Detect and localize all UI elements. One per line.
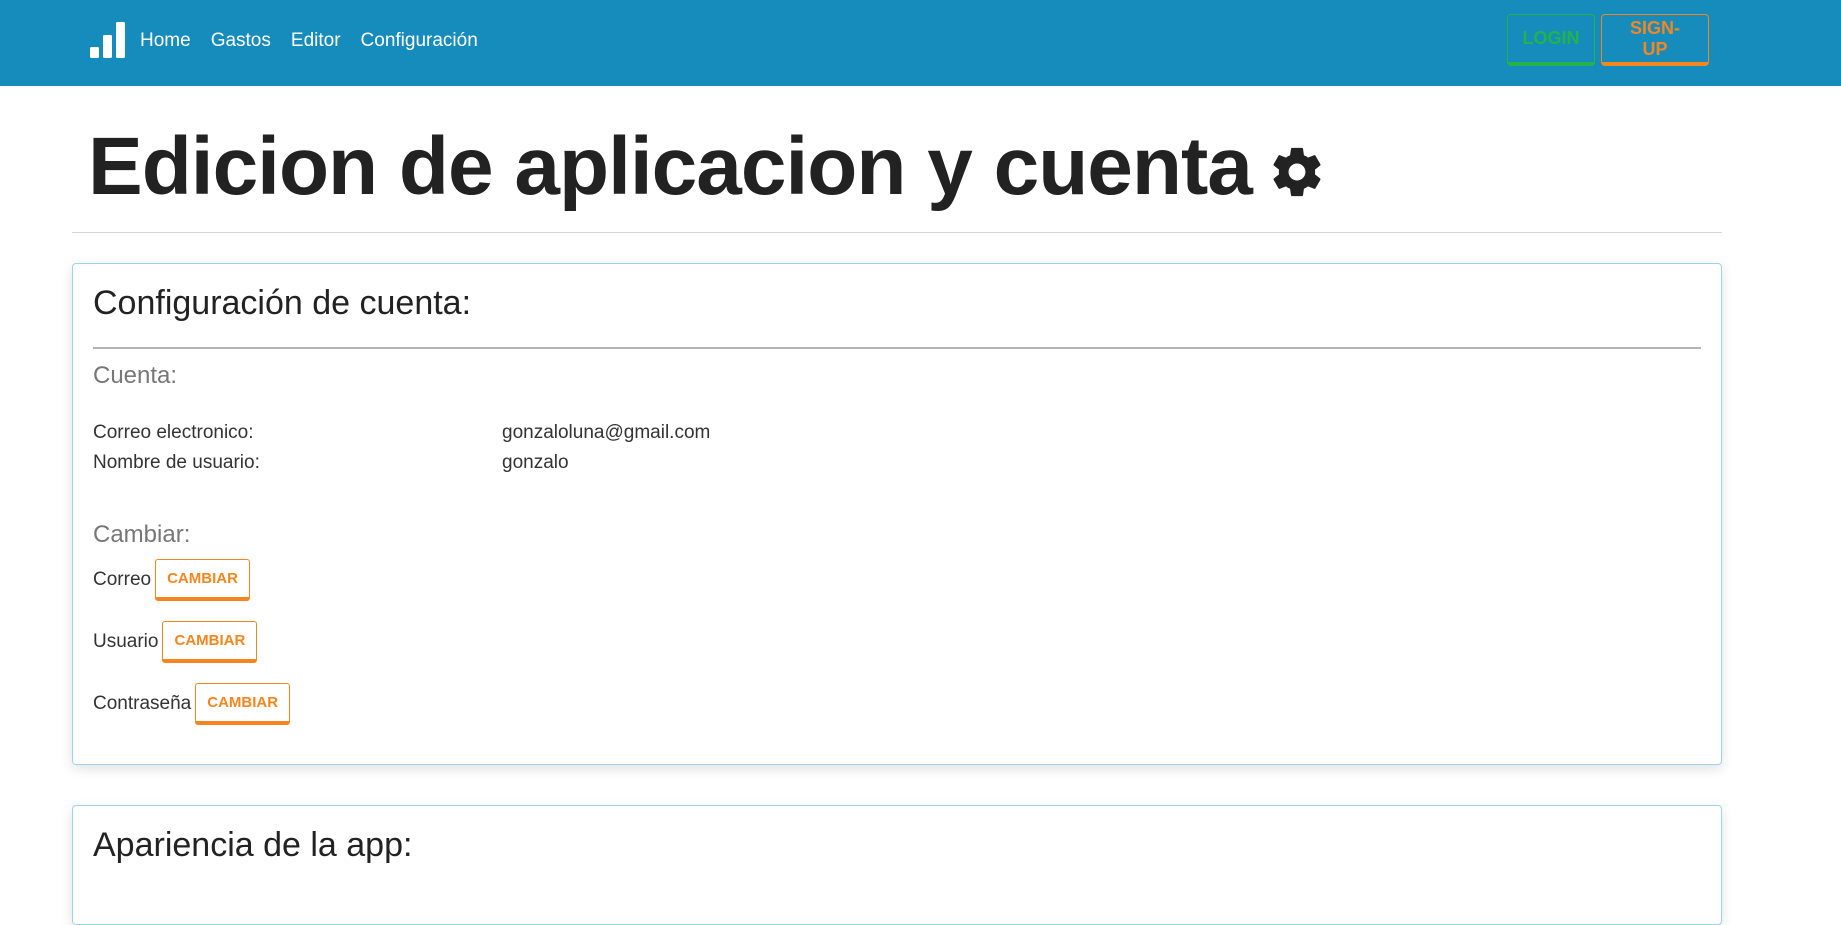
- account-settings-divider: [93, 347, 1701, 349]
- change-email-label: Correo: [93, 569, 152, 590]
- title-divider: [72, 232, 1722, 233]
- email-value: gonzaloluna@gmail.com: [502, 422, 711, 443]
- page-title-text: Edicion de aplicacion y cuenta: [88, 121, 1253, 212]
- login-button[interactable]: LOGIN: [1507, 14, 1595, 66]
- nav-links: Home Gastos Editor Configuración: [140, 0, 478, 82]
- username-label: Nombre de usuario:: [93, 452, 260, 473]
- nav-link-configuracion[interactable]: Configuración: [361, 30, 478, 52]
- nav-link-home[interactable]: Home: [140, 30, 191, 52]
- username-value: gonzalo: [502, 452, 569, 473]
- change-username-label: Usuario: [93, 631, 159, 652]
- change-email-button[interactable]: CAMBIAR: [155, 559, 250, 601]
- page-title: Edicion de aplicacion y cuenta: [88, 118, 1326, 216]
- change-username-button[interactable]: CAMBIAR: [162, 621, 258, 663]
- nav-link-editor[interactable]: Editor: [291, 30, 341, 52]
- bar-chart-icon[interactable]: [88, 20, 128, 60]
- appearance-card: Apariencia de la app:: [72, 805, 1722, 925]
- auth-buttons: LOGIN SIGN-UP: [1507, 14, 1709, 66]
- account-settings-card: Configuración de cuenta: Cuenta: Correo …: [72, 263, 1722, 765]
- cambiar-subtitle: Cambiar:: [93, 521, 191, 548]
- gear-icon: [1273, 148, 1321, 197]
- top-navbar: Home Gastos Editor Configuración LOGIN S…: [0, 0, 1841, 86]
- nav-link-gastos[interactable]: Gastos: [211, 30, 271, 52]
- change-password-label: Contraseña: [93, 693, 192, 714]
- change-email-row: Correo CAMBIAR: [93, 559, 250, 601]
- change-password-button[interactable]: CAMBIAR: [195, 683, 291, 725]
- signup-button[interactable]: SIGN-UP: [1601, 14, 1709, 66]
- cuenta-subtitle: Cuenta:: [93, 362, 178, 389]
- appearance-title: Apariencia de la app:: [93, 826, 413, 864]
- account-settings-title: Configuración de cuenta:: [93, 284, 472, 322]
- email-label: Correo electronico:: [93, 422, 254, 443]
- change-username-row: Usuario CAMBIAR: [93, 621, 258, 663]
- change-password-row: Contraseña CAMBIAR: [93, 683, 291, 725]
